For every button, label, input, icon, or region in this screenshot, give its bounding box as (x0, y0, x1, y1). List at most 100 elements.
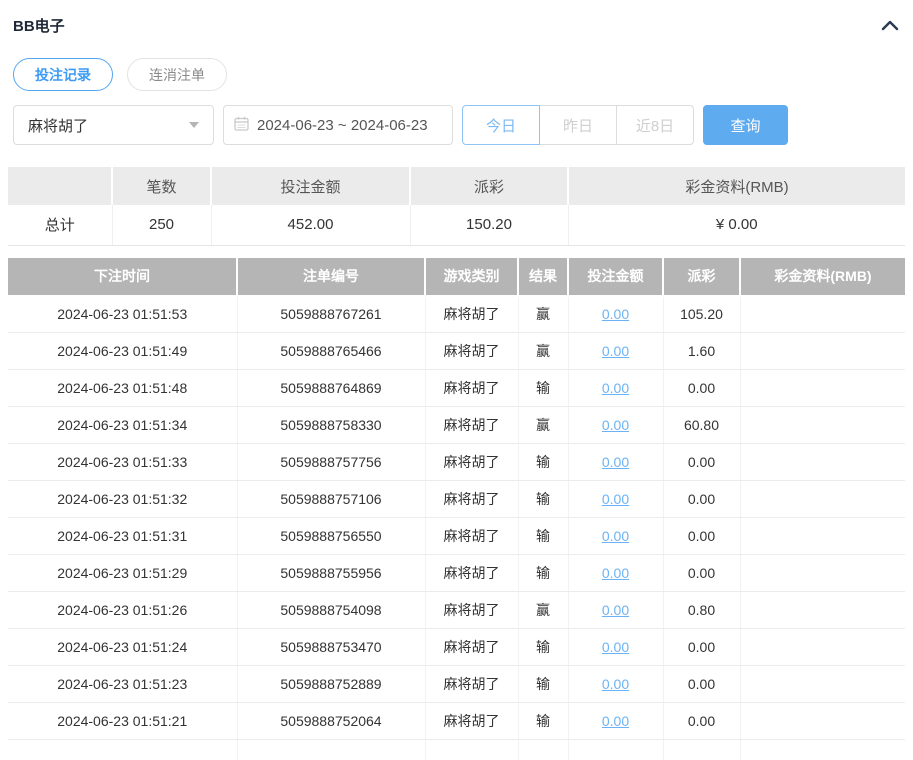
summary-header-bet-amount: 投注金额 (211, 167, 411, 205)
table-row-partial (8, 739, 905, 760)
caret-down-icon (189, 122, 199, 128)
cell-bet-amount: 0.00 (568, 406, 664, 444)
cell-game-type: 麻将胡了 (425, 554, 519, 592)
cell-payout: 1.60 (663, 332, 741, 370)
summary-header-payout: 派彩 (410, 167, 569, 205)
tab-cancelled-tickets[interactable]: 连消注单 (127, 58, 227, 91)
cell-bonus (740, 332, 905, 370)
cell-ticket-id: 5059888765466 (237, 332, 426, 370)
table-row: 2024-06-23 01:51:21 5059888752064 麻将胡了输 0.0… (8, 702, 905, 740)
records-header-bet-amount: 投注金额 (568, 257, 664, 297)
records-header-payout: 派彩 (663, 257, 741, 297)
cell-ticket-id: 5059888754098 (237, 591, 426, 629)
bet-amount-link[interactable]: 0.00 (602, 306, 629, 322)
date-range-picker[interactable]: 2024-06-23 ~ 2024-06-23 (223, 105, 453, 145)
collapse-chevron-up-icon[interactable] (881, 19, 899, 31)
cell-game-type (425, 739, 519, 760)
bet-amount-link[interactable]: 0.00 (602, 380, 629, 396)
cell-ticket-id (237, 739, 426, 760)
cell-game-type: 麻将胡了 (425, 591, 519, 629)
summary-header-bonus: 彩金资料(RMB) (568, 167, 905, 205)
cell-bet-amount: 0.00 (568, 665, 664, 703)
cell-result: 输 (518, 554, 569, 592)
summary-table: 笔数 投注金额 派彩 彩金资料(RMB) 总计 250 452.00 150.2… (8, 167, 905, 246)
cell-bonus (740, 517, 905, 555)
cell-bet-amount: 0.00 (568, 332, 664, 370)
tab-bar: 投注记录 连消注单 (13, 58, 913, 91)
records-header-bet-time: 下注时间 (8, 257, 238, 297)
cell-ticket-id: 5059888764869 (237, 369, 426, 407)
cell-result: 输 (518, 517, 569, 555)
cell-bonus (740, 369, 905, 407)
cell-game-type: 麻将胡了 (425, 628, 519, 666)
cell-game-type: 麻将胡了 (425, 702, 519, 740)
cell-result (518, 739, 569, 760)
bet-amount-link[interactable]: 0.00 (602, 417, 629, 433)
cell-bet-time: 2024-06-23 01:51:53 (8, 295, 238, 333)
cell-ticket-id: 5059888756550 (237, 517, 426, 555)
cell-ticket-id: 5059888752064 (237, 702, 426, 740)
cell-bonus (740, 665, 905, 703)
tab-bet-records[interactable]: 投注记录 (13, 58, 113, 91)
bet-amount-link[interactable]: 0.00 (602, 528, 629, 544)
filter-bar: 麻将胡了 2024-06-23 ~ 2024-06-23 今日 昨日 近8日 查… (13, 105, 913, 145)
cell-bet-time: 2024-06-23 01:51:33 (8, 443, 238, 481)
bet-amount-link[interactable]: 0.00 (602, 639, 629, 655)
cell-bet-time: 2024-06-23 01:51:21 (8, 702, 238, 740)
cell-bet-amount: 0.00 (568, 369, 664, 407)
cell-bet-time: 2024-06-23 01:51:48 (8, 369, 238, 407)
date-range-value: 2024-06-23 ~ 2024-06-23 (257, 116, 428, 134)
cell-payout: 0.00 (663, 517, 741, 555)
cell-result: 赢 (518, 591, 569, 629)
game-select-value: 麻将胡了 (28, 117, 89, 135)
bet-amount-link[interactable]: 0.00 (602, 343, 629, 359)
cell-result: 输 (518, 480, 569, 518)
cell-bet-amount (568, 739, 664, 760)
cell-bet-time: 2024-06-23 01:51:29 (8, 554, 238, 592)
cell-game-type: 麻将胡了 (425, 665, 519, 703)
panel-title: BB电子 (13, 17, 65, 35)
quick-btn-last-8-days[interactable]: 近8日 (616, 105, 694, 145)
cell-bet-amount: 0.00 (568, 295, 664, 333)
summary-total-label: 总计 (8, 205, 113, 246)
cell-bet-time (8, 739, 238, 760)
bet-amount-link[interactable]: 0.00 (602, 491, 629, 507)
records-header-ticket-id: 注单编号 (237, 257, 426, 297)
cell-game-type: 麻将胡了 (425, 443, 519, 481)
cell-bet-amount: 0.00 (568, 443, 664, 481)
bet-amount-link[interactable]: 0.00 (602, 676, 629, 692)
table-row: 2024-06-23 01:51:53 5059888767261 麻将胡了赢 0.0… (8, 295, 905, 333)
cell-bonus (740, 628, 905, 666)
cell-bet-amount: 0.00 (568, 554, 664, 592)
summary-total-row: 总计 250 452.00 150.20 ¥ 0.00 (8, 205, 905, 246)
bb-dianzi-panel: BB电子 投注记录 连消注单 麻将胡了 2024-06-23 ~ 2024-06… (0, 0, 913, 760)
bet-amount-link[interactable]: 0.00 (602, 565, 629, 581)
quick-btn-today[interactable]: 今日 (462, 105, 540, 145)
cell-payout: 0.80 (663, 591, 741, 629)
quick-btn-yesterday[interactable]: 昨日 (539, 105, 617, 145)
bet-amount-link[interactable]: 0.00 (602, 454, 629, 470)
cell-game-type: 麻将胡了 (425, 369, 519, 407)
bet-amount-link[interactable]: 0.00 (602, 602, 629, 618)
cell-bonus (740, 443, 905, 481)
summary-header-row: 笔数 投注金额 派彩 彩金资料(RMB) (8, 167, 905, 205)
game-select[interactable]: 麻将胡了 (13, 105, 214, 145)
table-row: 2024-06-23 01:51:32 5059888757106 麻将胡了输 0.0… (8, 480, 905, 518)
table-row: 2024-06-23 01:51:49 5059888765466 麻将胡了赢 0.0… (8, 332, 905, 370)
records-header-result: 结果 (518, 257, 569, 297)
summary-total-count: 250 (112, 205, 212, 246)
cell-game-type: 麻将胡了 (425, 480, 519, 518)
cell-bet-time: 2024-06-23 01:51:49 (8, 332, 238, 370)
cell-bet-amount: 0.00 (568, 628, 664, 666)
cell-result: 输 (518, 443, 569, 481)
cell-bet-time: 2024-06-23 01:51:23 (8, 665, 238, 703)
records-header-game-type: 游戏类别 (425, 257, 519, 297)
cell-bonus (740, 295, 905, 333)
search-button[interactable]: 查询 (703, 105, 788, 145)
cell-game-type: 麻将胡了 (425, 295, 519, 333)
cell-payout: 0.00 (663, 443, 741, 481)
cell-payout: 0.00 (663, 665, 741, 703)
cell-game-type: 麻将胡了 (425, 332, 519, 370)
cell-bet-amount: 0.00 (568, 591, 664, 629)
bet-amount-link[interactable]: 0.00 (602, 713, 629, 729)
